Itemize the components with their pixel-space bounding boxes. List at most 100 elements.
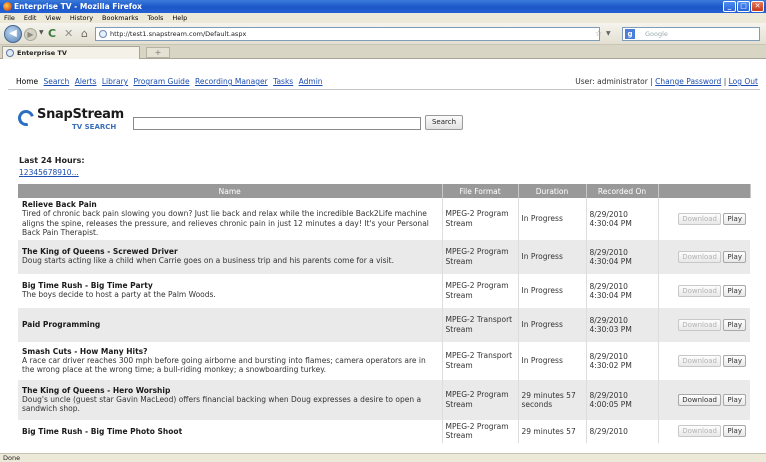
header-file-format[interactable]: File Format [442, 184, 519, 198]
page-link[interactable]: 10 [62, 168, 72, 177]
cell-duration: In Progress [518, 341, 587, 380]
logo-subtitle: TV SEARCH [72, 123, 117, 131]
cell-actions: Download Play [658, 198, 750, 240]
play-button[interactable]: Play [723, 250, 746, 263]
program-title[interactable]: Paid Programming [22, 320, 438, 329]
program-title[interactable]: The King of Queens - Screwed Driver [22, 247, 438, 256]
nav-recording-manager[interactable]: Recording Manager [195, 77, 268, 86]
cell-actions: Download Play [658, 239, 750, 274]
search-engine-icon[interactable]: g [625, 29, 635, 39]
play-button[interactable]: Play [723, 212, 746, 225]
download-button[interactable]: Download [678, 425, 721, 437]
site-nav: Home Search Alerts Library Program Guide… [16, 77, 326, 86]
site-identity-icon[interactable] [99, 30, 107, 38]
page-link[interactable]: ... [72, 168, 79, 177]
cell-duration: 29 minutes 57 [518, 419, 587, 443]
window-titlebar: Enterprise TV - Mozilla Firefox _ □ ✕ [0, 0, 766, 13]
search-input[interactable] [133, 117, 421, 130]
menu-bookmarks[interactable]: Bookmarks [102, 13, 138, 23]
cell-file-format: MPEG-2 Program Stream [442, 239, 519, 274]
cell-file-format: MPEG-2 Program Stream [442, 198, 519, 240]
table-header-row: Name File Format Duration Recorded On [18, 184, 751, 198]
cell-actions: Download Play [658, 420, 750, 443]
nav-alerts[interactable]: Alerts [75, 77, 97, 86]
program-title[interactable]: Smash Cuts - How Many Hits? [22, 347, 438, 356]
cell-name: Paid Programming [18, 307, 443, 342]
header-name[interactable]: Name [18, 184, 443, 198]
table-row[interactable]: Big Time Rush - Big Time Party The boys d… [18, 273, 750, 308]
cell-recorded-on: 8/29/2010 4:30:04 PM [586, 273, 659, 308]
program-title[interactable]: Big Time Rush - Big Time Photo Shoot [22, 427, 438, 436]
nav-tasks[interactable]: Tasks [273, 77, 293, 86]
download-button[interactable]: Download [678, 393, 721, 406]
program-title[interactable]: Big Time Rush - Big Time Party [22, 281, 438, 290]
table-row[interactable]: The King of Queens - Hero Worship Doug's … [18, 379, 750, 420]
back-button[interactable]: ◀ [4, 25, 22, 43]
nav-library[interactable]: Library [102, 77, 128, 86]
cell-recorded-on: 8/29/2010 4:30:02 PM [586, 341, 659, 380]
cell-name: Relieve Back Pain Tired of chronic back p… [18, 198, 443, 240]
window-controls: _ □ ✕ [723, 1, 764, 12]
table-row[interactable]: The King of Queens - Screwed Driver Doug … [18, 239, 750, 274]
maximize-button[interactable]: □ [737, 1, 750, 12]
menu-edit[interactable]: Edit [24, 13, 37, 23]
play-button[interactable]: Play [723, 284, 746, 297]
play-button[interactable]: Play [723, 393, 746, 406]
minimize-button[interactable]: _ [723, 1, 736, 12]
table-row[interactable]: Relieve Back Pain Tired of chronic back p… [18, 198, 750, 240]
nav-admin[interactable]: Admin [299, 77, 323, 86]
play-button[interactable]: Play [723, 354, 746, 367]
download-button[interactable]: Download [678, 284, 721, 297]
program-description: A race car driver reaches 300 mph before… [22, 355, 426, 375]
header-recorded-on[interactable]: Recorded On [586, 184, 659, 198]
header-duration[interactable]: Duration [518, 184, 587, 198]
download-button[interactable]: Download [678, 250, 721, 263]
nav-program-guide[interactable]: Program Guide [134, 77, 190, 86]
stop-icon[interactable]: ✕ [64, 27, 73, 40]
reload-icon[interactable]: C [48, 27, 56, 40]
menu-tools[interactable]: Tools [147, 13, 163, 23]
nav-home[interactable]: Home [16, 77, 38, 86]
program-title[interactable]: The King of Queens - Hero Worship [22, 386, 438, 395]
url-bar[interactable]: http://test1.snapstream.com/Default.aspx [95, 27, 600, 41]
download-button[interactable]: Download [678, 212, 721, 225]
table-row[interactable]: Smash Cuts - How Many Hits? A race car dr… [18, 341, 750, 380]
menu-history[interactable]: History [70, 13, 93, 23]
user-separator: | [723, 77, 727, 86]
program-description: Tired of chronic back pain slowing you d… [22, 209, 429, 237]
menu-view[interactable]: View [45, 13, 60, 23]
nav-search[interactable]: Search [44, 77, 70, 86]
play-button[interactable]: Play [723, 425, 746, 437]
cell-actions: Download Play [658, 379, 750, 420]
logout-link[interactable]: Log Out [729, 77, 758, 86]
browser-search-box[interactable]: g Google [622, 27, 760, 41]
home-icon[interactable]: ⌂ [81, 27, 88, 40]
download-button[interactable]: Download [678, 318, 721, 331]
status-bar: Done [0, 453, 766, 462]
new-tab-button[interactable]: + [146, 47, 170, 58]
menu-file[interactable]: File [4, 13, 15, 23]
close-button[interactable]: ✕ [751, 1, 764, 12]
play-button[interactable]: Play [723, 318, 746, 331]
program-description: Doug starts acting like a child when Car… [22, 256, 394, 266]
forward-button[interactable]: ▶ [24, 28, 37, 41]
cell-duration: In Progress [518, 198, 587, 240]
table-row[interactable]: Big Time Rush - Big Time Photo Shoot MPEG… [18, 419, 750, 443]
change-password-link[interactable]: Change Password [655, 77, 721, 86]
history-dropdown-icon[interactable]: ▼ [39, 29, 44, 36]
tab-favicon-icon [6, 49, 14, 57]
program-title[interactable]: Relieve Back Pain [22, 200, 438, 209]
menu-help[interactable]: Help [172, 13, 187, 23]
cell-recorded-on: 8/29/2010 4:00:05 PM [586, 379, 659, 420]
menu-bar: File Edit View History Bookmarks Tools H… [0, 13, 766, 23]
section-title: Last 24 Hours: [19, 156, 85, 165]
tab-strip: Enterprise TV + [0, 45, 766, 59]
navigation-toolbar: ◀ ▶ ▼ C ✕ ⌂ http://test1.snapstream.com/… [0, 23, 766, 45]
cell-duration: 29 minutes 57 seconds [518, 379, 587, 420]
search-button[interactable]: Search [425, 115, 463, 130]
table-row[interactable]: Paid Programming MPEG-2 Transport Stream I… [18, 307, 750, 342]
bookmark-star-icon[interactable]: ☆ [595, 29, 602, 38]
tab-enterprise-tv[interactable]: Enterprise TV [2, 46, 140, 59]
url-dropdown-icon[interactable]: ▼ [606, 30, 611, 37]
download-button[interactable]: Download [678, 354, 721, 367]
